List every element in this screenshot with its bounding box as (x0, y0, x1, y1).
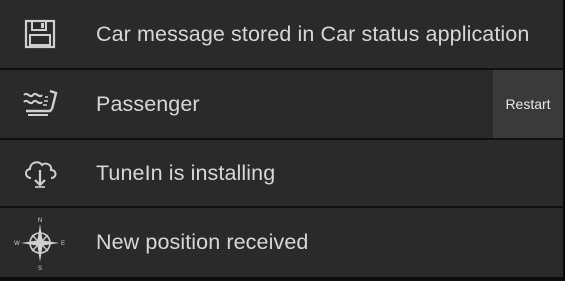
compass-letter-e: E (61, 241, 65, 247)
cloud-download-icon (0, 140, 80, 206)
notification-item-car-message[interactable]: Car message stored in Car status applica… (0, 0, 563, 68)
notification-item-passenger[interactable]: Passenger Restart (0, 70, 563, 138)
panel-bottom-edge (0, 277, 563, 281)
seat-heater-icon (0, 70, 80, 138)
notification-item-tunein[interactable]: TuneIn is installing (0, 140, 563, 206)
compass-icon: N S W E (0, 208, 80, 277)
floppy-disk-icon (0, 0, 80, 68)
restart-button[interactable]: Restart (493, 70, 563, 138)
compass-letter-n: N (38, 218, 42, 224)
notification-panel: Car message stored in Car status applica… (0, 0, 565, 281)
compass-letter-s: S (38, 266, 42, 272)
notification-text: Passenger (96, 91, 200, 116)
compass-letter-w: W (14, 241, 20, 247)
notification-item-position[interactable]: N S W E New position received (0, 208, 563, 277)
notification-text: TuneIn is installing (96, 160, 276, 185)
notification-text: New position received (96, 230, 309, 254)
notification-text: Car message stored in Car status applica… (96, 21, 530, 46)
